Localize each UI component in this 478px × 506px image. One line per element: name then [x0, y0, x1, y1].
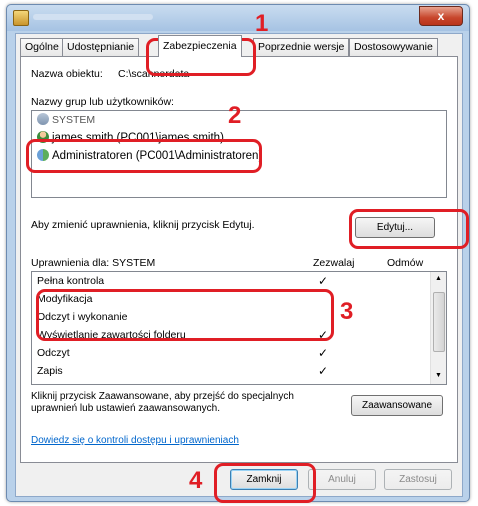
users-icon — [37, 149, 49, 161]
callout-number-1: 1 — [255, 10, 269, 37]
allow-check-icon: ✓ — [318, 274, 329, 288]
tab-general[interactable]: Ogólne — [20, 38, 64, 56]
apply-button[interactable]: Zastosuj — [384, 469, 452, 490]
title-bar: x — [7, 5, 469, 31]
list-item-label: james.smith (PC001\james.smith) — [52, 132, 224, 144]
folder-icon — [13, 10, 29, 26]
list-item-label: Administratoren (PC001\Administratoren) — [52, 150, 263, 162]
object-name-value: C:\scannerdata — [118, 68, 190, 80]
window-title-blurred — [33, 14, 153, 20]
permissions-for-label: Uprawnienia dla: SYSTEM — [31, 257, 156, 269]
permission-row-label: Pełna kontrola — [37, 275, 105, 287]
user-icon — [37, 131, 49, 143]
permission-row-label: Zapis — [37, 365, 63, 377]
object-name-label: Nazwa obiektu: — [31, 68, 103, 80]
advanced-hint-line1: Kliknij przycisk Zaawansowane, aby przej… — [31, 391, 294, 402]
groups-label: Nazwy grup lub użytkowników: — [31, 96, 174, 108]
allow-check-icon: ✓ — [318, 346, 329, 360]
edit-button[interactable]: Edytuj... — [355, 217, 435, 238]
list-item[interactable]: SYSTEM — [37, 113, 95, 126]
close-window-button[interactable]: x — [419, 6, 463, 26]
scroll-thumb[interactable] — [433, 292, 445, 352]
close-button[interactable]: Zamknij — [230, 469, 298, 490]
permission-row-label: Odczyt i wykonanie — [37, 311, 128, 323]
cancel-button[interactable]: Anuluj — [308, 469, 376, 490]
list-item[interactable]: james.smith (PC001\james.smith) — [37, 131, 224, 144]
callout-number-3: 3 — [340, 298, 354, 325]
permission-row-label: Wyświetlanie zawartości folderu — [37, 329, 186, 341]
tab-customize[interactable]: Dostosowywanie — [349, 38, 438, 56]
permission-row-label: Modyfikacja — [37, 293, 93, 305]
callout-number-2: 2 — [228, 102, 242, 129]
properties-window: x Ogólne Udostępnianie Zabezpieczenia Po… — [6, 4, 470, 502]
advanced-button[interactable]: Zaawansowane — [351, 395, 443, 416]
allow-check-icon: ✓ — [318, 364, 329, 378]
scroll-down-icon[interactable]: ▼ — [435, 372, 442, 379]
advanced-hint-line2: uprawnień lub ustawień zaawansowanych. — [31, 403, 221, 414]
list-item-label: SYSTEM — [52, 114, 96, 126]
permissions-list[interactable]: Pełna kontrola ✓ Modyfikacja Odczyt i wykon… — [31, 271, 447, 385]
allow-check-icon: ✓ — [318, 328, 329, 342]
users-icon — [37, 113, 49, 125]
list-item[interactable]: Administratoren (PC001\Administratoren) — [37, 149, 262, 162]
permission-row-label: Odczyt — [37, 347, 70, 359]
tab-sharing[interactable]: Udostępnianie — [62, 38, 140, 56]
tab-previous-versions[interactable]: Poprzednie wersje — [253, 38, 350, 56]
scroll-up-icon[interactable]: ▲ — [435, 275, 442, 282]
callout-number-4: 4 — [189, 467, 203, 494]
learn-access-control-link[interactable]: Dowiedz się o kontroli dostępu i uprawni… — [31, 435, 239, 446]
allow-column-header: Zezwalaj — [313, 257, 355, 269]
deny-column-header: Odmów — [387, 257, 424, 269]
tab-security[interactable]: Zabezpieczenia — [158, 35, 242, 57]
scrollbar[interactable]: ▲ ▼ — [430, 272, 446, 384]
change-permissions-hint: Aby zmienić uprawnienia, kliknij przycis… — [31, 219, 255, 231]
